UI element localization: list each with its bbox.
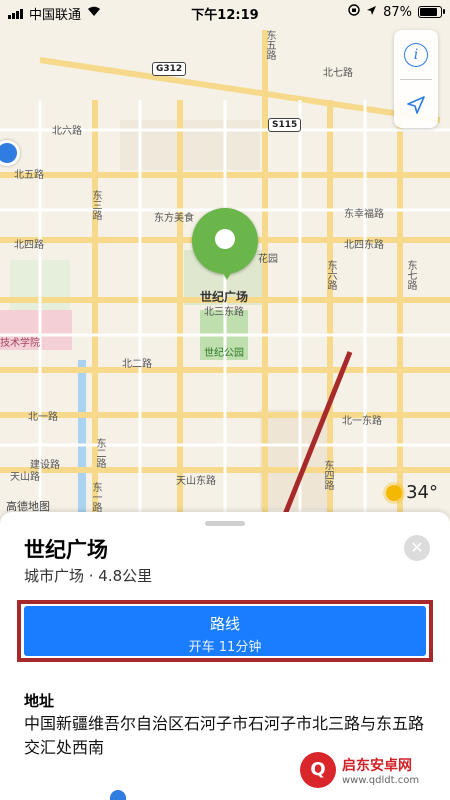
rotation-lock-icon (348, 4, 360, 20)
watermark-url: www.qdldt.com (342, 774, 420, 786)
info-icon: i (404, 42, 428, 67)
road-label: 北四路 (14, 240, 44, 251)
place-pin-icon[interactable] (192, 208, 258, 274)
road-label: 北六路 (52, 126, 82, 137)
road-label: 东六路 (325, 260, 336, 290)
poi-label: 东方美食 (154, 213, 194, 224)
info-button[interactable]: i (394, 30, 438, 79)
poi-label-plaza[interactable]: 世纪广场 (200, 288, 248, 305)
road-label: 建设路 (30, 460, 60, 471)
poi-label: 花园 (258, 254, 278, 265)
battery-percent: 87% (383, 4, 412, 20)
route-button[interactable]: 路线 开车 11分钟 (24, 606, 426, 656)
sun-icon (386, 484, 403, 501)
road-label: 东幸福路 (344, 209, 384, 220)
map-view[interactable]: G312 S115 北七路 北六路 北五路 北四路 北四东路 东幸福路 北三东路… (0, 0, 450, 545)
watermark-name: 启东安卓网 (342, 757, 412, 774)
place-card[interactable]: 世纪广场 城市广场 · 4.8公里 ✕ 路线 开车 11分钟 地址 中国新疆维吾… (0, 512, 450, 800)
road-shield-s115: S115 (268, 118, 302, 132)
road-label: 北一东路 (342, 416, 382, 427)
pin-tail (221, 270, 233, 280)
road-label: 东二路 (94, 438, 105, 468)
place-subtitle: 城市广场 · 4.8公里 (24, 567, 153, 585)
location-button[interactable] (394, 80, 438, 129)
map-controls: i (394, 30, 438, 128)
weather-widget: 34° (386, 482, 438, 503)
watermark-icon: Q (300, 752, 336, 788)
close-icon[interactable]: ✕ (404, 535, 430, 561)
poi-label-park[interactable]: 世纪公园 (204, 344, 244, 359)
road-label: 北二路 (122, 359, 152, 370)
temperature: 34° (406, 482, 438, 503)
heart-icon[interactable] (110, 790, 126, 800)
road-label: 天山东路 (176, 476, 216, 487)
place-name: 世纪广场 (24, 538, 108, 562)
road-label: 东七路 (405, 260, 416, 290)
route-detail: 开车 11分钟 (188, 640, 262, 655)
sheet-grabber[interactable] (205, 521, 245, 526)
battery-icon (418, 6, 445, 18)
road-label: 北一路 (28, 412, 58, 423)
road-shield-g312: G312 (152, 62, 187, 76)
road-label: 东四路 (322, 460, 333, 490)
road-label: 北三东路 (204, 307, 244, 318)
watermark-logo: Q 启东安卓网 www.qdldt.com (300, 747, 448, 793)
road-label: 北七路 (323, 68, 353, 79)
poi-label: 技术学院 (0, 338, 40, 349)
road-label: 东五路 (264, 30, 275, 60)
road-label: 东三路 (90, 190, 101, 220)
address-label: 地址 (24, 692, 55, 710)
location-arrow-icon (407, 95, 425, 114)
road-label: 北四东路 (344, 240, 384, 251)
road-label: 东一路 (90, 482, 101, 512)
road-label: 北五路 (14, 170, 44, 181)
status-bar: 中国联通 下午12:19 87% (0, 0, 450, 24)
route-label: 路线 (209, 615, 240, 633)
location-services-icon (366, 5, 377, 20)
